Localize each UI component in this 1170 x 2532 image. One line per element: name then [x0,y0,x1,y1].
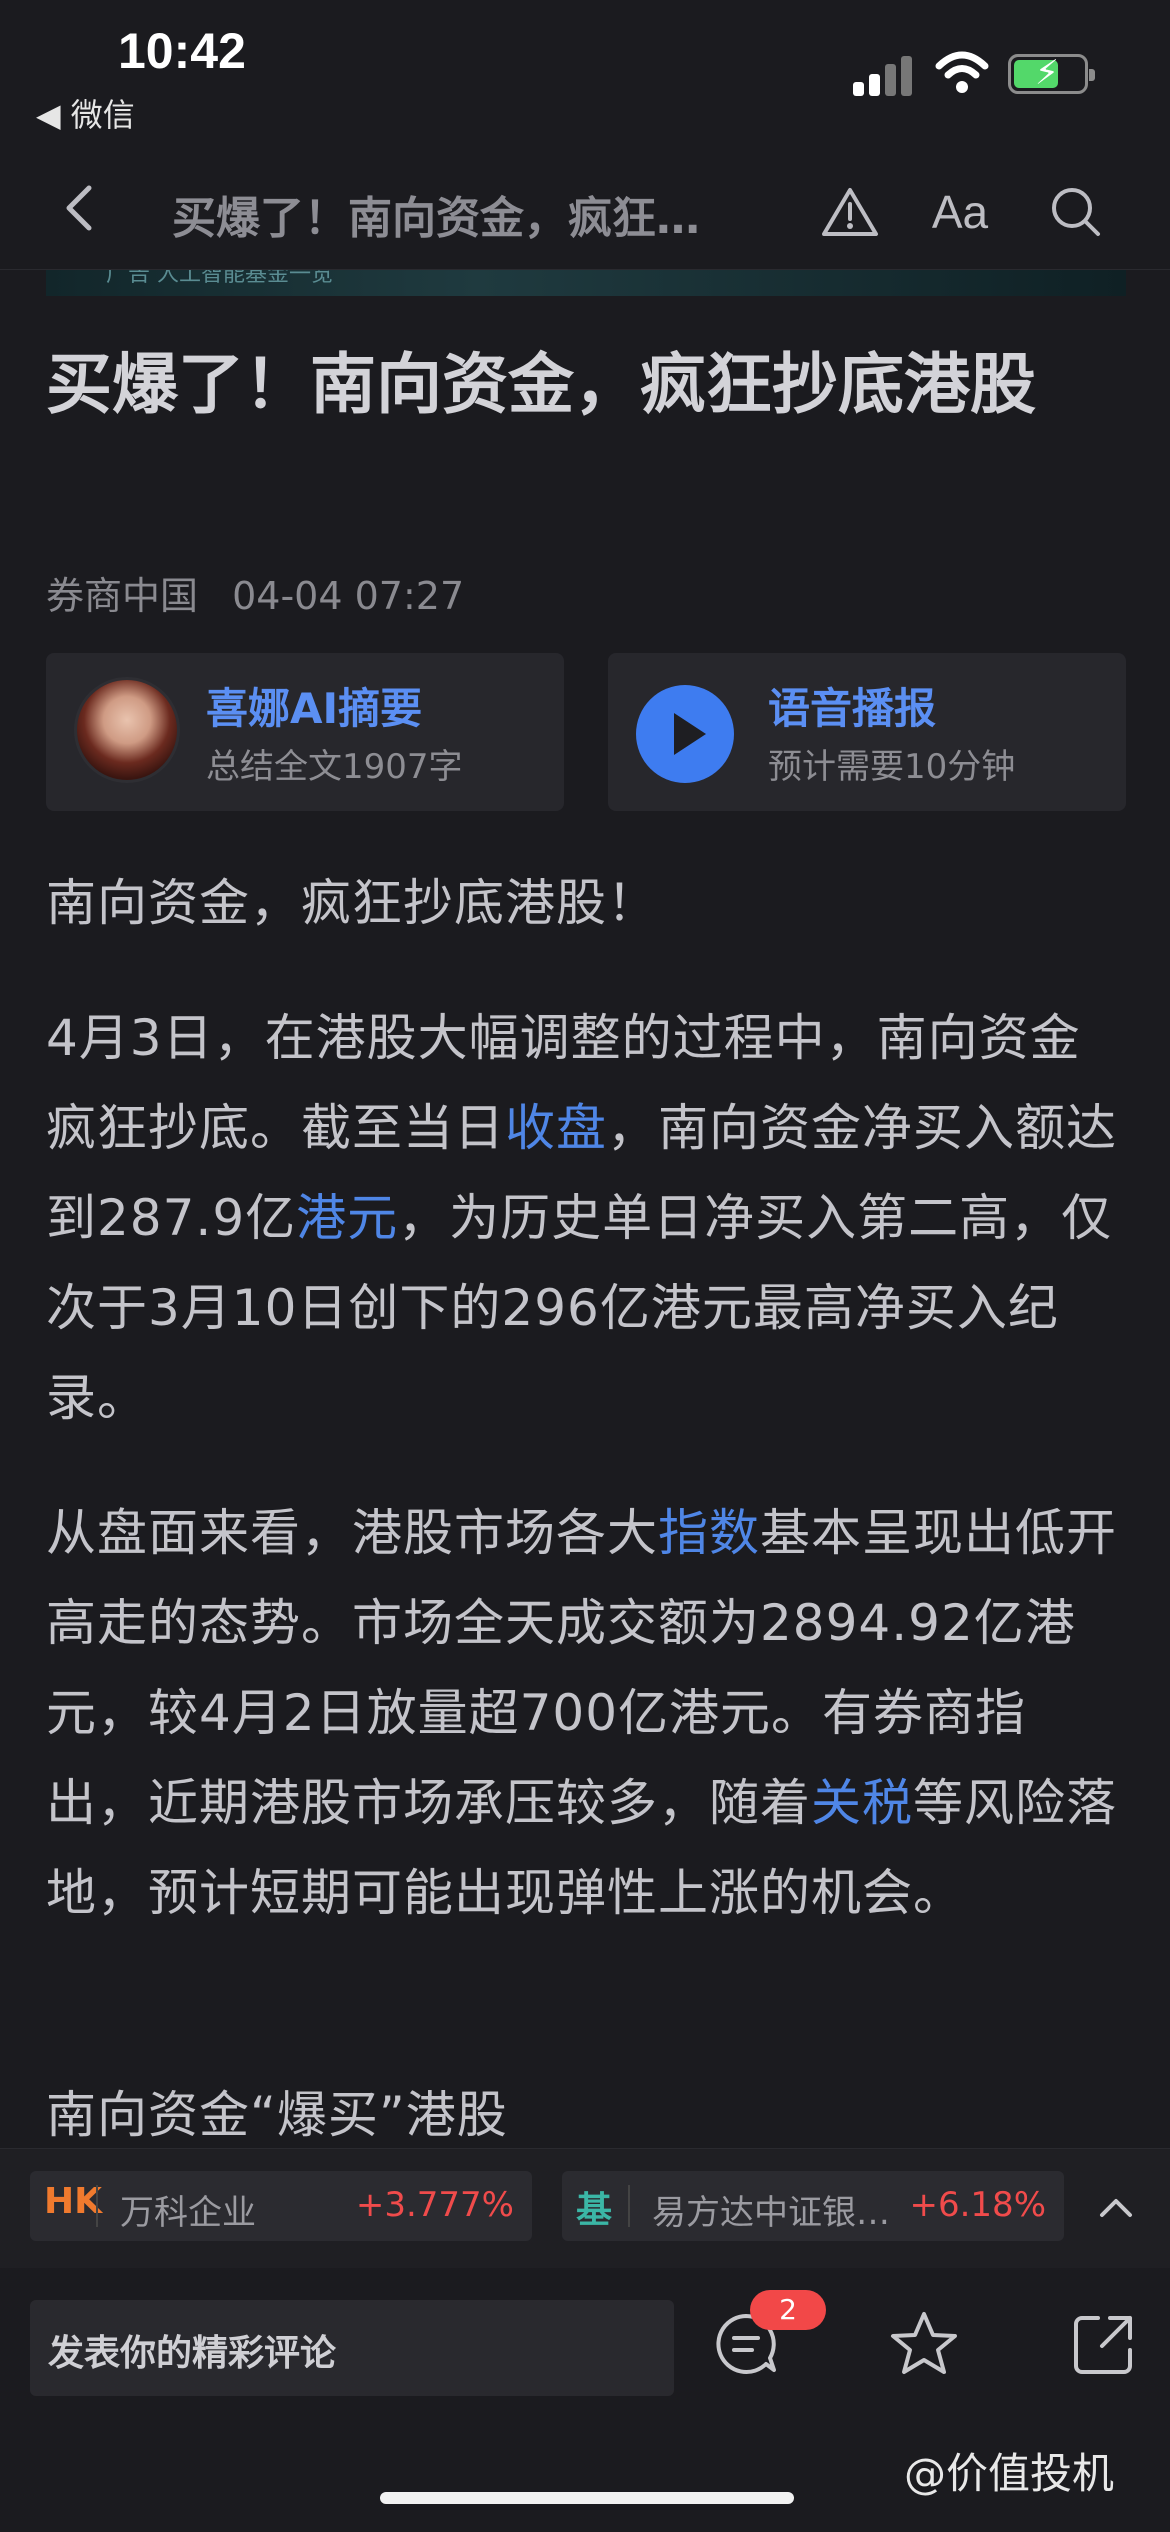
battery-icon: ⚡ [1008,53,1095,94]
fund-tag-ji: 基 [576,2190,613,2231]
fund-item-1[interactable]: HK 万科企业 +3.777% [30,2171,532,2241]
fund-name: 万科企业 [120,2193,256,2233]
article-meta: 券商中国 04-04 07:27 [46,565,486,620]
search-icon[interactable] [1044,180,1108,244]
nav-title: 买爆了！南向资金，疯狂… [172,193,700,244]
link-guanshui[interactable]: 关税 [811,1774,913,1832]
comment-placeholder: 发表你的精彩评论 [48,2333,337,2374]
home-indicator[interactable] [380,2492,794,2504]
fund-name: 易方达中证银… [652,2193,890,2233]
article-date: 04-04 07:27 [232,574,465,618]
report-warning-icon[interactable] [818,180,882,244]
paragraph-2: 4月3日，在港股大幅调整的过程中，南向资金疯狂抄底。截至当日收盘，南向资金净买入… [46,993,1126,1443]
comment-input[interactable]: 发表你的精彩评论 [30,2300,674,2396]
ai-avatar [74,677,180,783]
link-shoupan[interactable]: 收盘 [505,1099,607,1157]
fund-tag-hk: HK [44,2181,103,2222]
app-screen: 10:42 ◀ 微信 ⚡ 买爆了！南向资金，疯狂… Aa 广告 人工智能基金一览… [0,0,1170,2532]
share-icon[interactable] [1068,2308,1140,2380]
back-arrow-icon[interactable] [55,178,105,238]
watermark: @价值投机 [904,2449,1115,2498]
paragraph-3: 从盘面来看，港股市场各大指数基本呈现出低开高走的态势。市场全天成交额为2894.… [46,1488,1126,1938]
bottom-action-bar: 发表你的精彩评论 2 [0,2268,1170,2428]
fund-change: +6.18% [909,2185,1047,2225]
cellular-signal-icon [853,52,915,96]
ai-summary-card[interactable]: 喜娜AI摘要 总结全文1907字 [46,653,564,811]
ad-banner[interactable]: 广告 人工智能基金一览 [46,270,1126,296]
fund-change: +3.777% [355,2185,514,2225]
chevron-up-icon[interactable] [1096,2187,1136,2227]
paragraph-1: 南向资金，疯狂抄底港股！ [46,874,658,932]
article-source[interactable]: 券商中国 [46,574,198,618]
fund-item-2[interactable]: 基 易方达中证银… +6.18% [562,2171,1064,2241]
audio-title: 语音播报 [768,684,937,733]
star-favorite-icon[interactable] [888,2308,960,2380]
audio-broadcast-card[interactable]: 语音播报 预计需要10分钟 [608,653,1126,811]
comment-count-badge: 2 [750,2290,826,2330]
back-to-wechat[interactable]: ◀ 微信 [36,90,135,136]
article-headline: 买爆了！南向资金，疯狂抄底港股 [46,346,1036,423]
ai-summary-title: 喜娜AI摘要 [206,684,423,733]
paragraph-4-subheading: 南向资金“爆买”港股 [46,2086,508,2144]
ad-banner-text: 广告 人工智能基金一览 [106,270,333,287]
font-size-icon[interactable]: Aa [928,180,992,244]
status-bar: 10:42 ◀ 微信 ⚡ [0,0,1170,150]
wifi-icon [935,51,989,93]
status-time: 10:42 [118,23,246,79]
fund-ticker-bar: HK 万科企业 +3.777% 基 易方达中证银… +6.18% [0,2148,1170,2268]
ai-summary-subtitle: 总结全文1907字 [206,747,463,787]
nav-bar: 买爆了！南向资金，疯狂… Aa [0,150,1170,270]
link-zhishu[interactable]: 指数 [658,1504,760,1562]
audio-subtitle: 预计需要10分钟 [768,747,1016,787]
link-gangyuan[interactable]: 港元 [296,1189,398,1247]
paragraph-3-text-a: 从盘面来看，港股市场各大 [46,1504,658,1562]
play-icon[interactable] [636,685,734,783]
